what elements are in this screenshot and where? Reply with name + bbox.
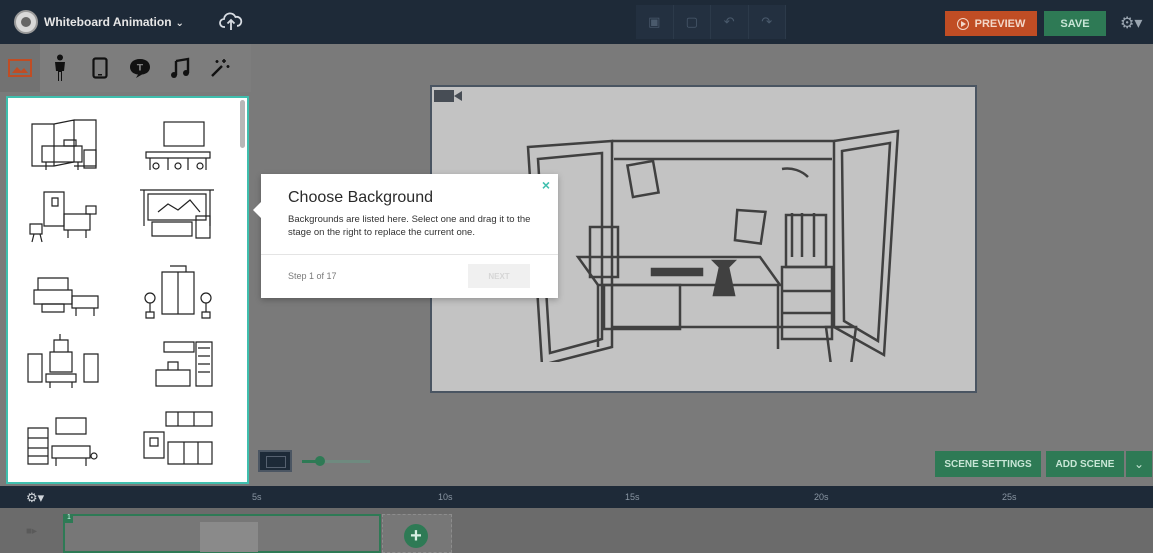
bring-forward-icon[interactable]: ▣ (636, 5, 674, 39)
office-scene-illustration (526, 129, 900, 362)
preview-button[interactable]: PREVIEW (945, 11, 1037, 36)
scene-number-badge: 1 (65, 514, 73, 523)
undo-icon[interactable]: ↶ (711, 5, 749, 39)
background-asset-panel[interactable] (6, 96, 249, 484)
tab-backgrounds[interactable] (0, 44, 40, 92)
cloud-upload-icon[interactable] (219, 10, 243, 32)
settings-gear-icon[interactable]: ⚙▾ (1120, 13, 1142, 33)
background-thumbnail[interactable] (138, 336, 218, 398)
background-thumbnail[interactable] (24, 116, 104, 178)
tour-divider (261, 254, 558, 255)
asset-scrollbar[interactable] (240, 100, 245, 148)
zoom-slider-knob[interactable] (314, 456, 325, 466)
asset-tab-bar: T (0, 44, 251, 92)
magic-wand-icon (211, 59, 230, 77)
music-note-icon (171, 57, 190, 78)
play-icon (956, 17, 969, 30)
background-thumbnail[interactable] (24, 332, 104, 394)
arrange-toolbar: ▣ ▢ ↶ ↷ (636, 5, 786, 39)
svg-text:T: T (137, 64, 144, 74)
background-thumbnail[interactable] (138, 264, 218, 326)
background-thumbnail[interactable] (24, 412, 104, 474)
scene-clip[interactable]: 1 (63, 514, 381, 553)
add-scene-dropdown-icon[interactable]: ⌄ (1126, 451, 1152, 477)
add-icon[interactable]: + (404, 524, 428, 548)
tick-label: 20s (814, 492, 829, 502)
background-thumbnail[interactable] (138, 116, 218, 178)
next-button[interactable]: NEXT (468, 264, 530, 288)
add-scene-slot[interactable]: + (382, 514, 452, 553)
tick-label: 25s (1002, 492, 1017, 502)
tick-label: 5s (252, 492, 262, 502)
tick-label: 10s (438, 492, 453, 502)
speech-bubble-icon: T (130, 59, 150, 78)
camera-track-icon: ■▸ (26, 526, 38, 537)
fit-stage-button[interactable] (258, 450, 292, 472)
tab-music[interactable] (160, 44, 200, 92)
timeline-settings-gear-icon[interactable]: ⚙▾ (26, 490, 44, 506)
app-logo-icon[interactable] (14, 10, 38, 34)
redo-icon[interactable]: ↷ (749, 5, 786, 39)
chevron-down-icon: ⌄ (175, 18, 184, 29)
background-thumbnail[interactable] (24, 186, 104, 248)
scene-clip-thumbnail (200, 522, 258, 552)
timeline: ⚙▾ 5s 10s 15s 20s 25s ■▸ 1 + (0, 486, 1153, 553)
save-button[interactable]: SAVE (1044, 11, 1106, 36)
background-thumbnail[interactable] (138, 186, 218, 248)
tour-popover: × Choose Background Backgrounds are list… (253, 174, 558, 298)
project-title-menu[interactable]: Whiteboard Animation ⌄ (44, 15, 184, 29)
background-image-icon (8, 59, 32, 77)
tab-characters[interactable] (40, 44, 80, 92)
tour-title: Choose Background (288, 189, 433, 206)
zoom-slider[interactable] (302, 456, 370, 466)
top-bar: Whiteboard Animation ⌄ ▣ ▢ ↶ ↷ PREVIEW SA… (0, 0, 1153, 44)
background-thumbnail[interactable] (24, 268, 104, 330)
camera-icon[interactable] (434, 89, 464, 103)
preview-label: PREVIEW (974, 17, 1026, 30)
add-scene-button[interactable]: ADD SCENE (1046, 451, 1124, 477)
tick-label: 15s (625, 492, 640, 502)
background-thumbnail[interactable] (138, 408, 218, 470)
scene-settings-button[interactable]: SCENE SETTINGS (935, 451, 1041, 477)
close-icon[interactable]: × (542, 177, 550, 193)
tour-body: Backgrounds are listed here. Select one … (288, 214, 531, 238)
tab-props[interactable] (80, 44, 120, 92)
timeline-ruler[interactable]: ⚙▾ 5s 10s 15s 20s 25s (0, 486, 1153, 508)
tab-effects[interactable] (200, 44, 240, 92)
project-title: Whiteboard Animation (44, 15, 172, 29)
send-backward-icon[interactable]: ▢ (674, 5, 711, 39)
tour-step-counter: Step 1 of 17 (288, 271, 337, 281)
character-icon (55, 54, 65, 81)
tab-text[interactable]: T (120, 44, 160, 92)
device-icon (92, 57, 108, 79)
